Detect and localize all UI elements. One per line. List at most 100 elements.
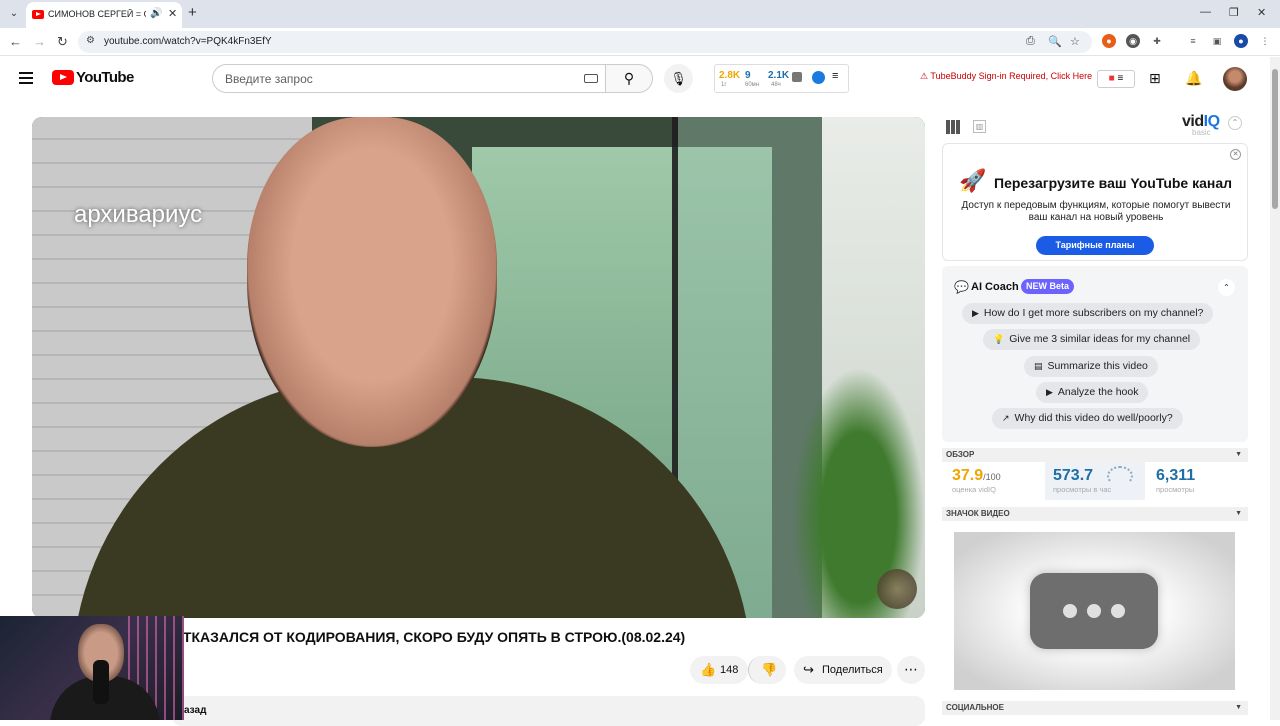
stat-3-value: 2.1K	[768, 70, 790, 81]
caret-down-icon: ▼	[1235, 451, 1242, 458]
chart-icon[interactable]	[792, 72, 802, 82]
site-info-icon[interactable]: ⚙	[86, 35, 95, 46]
social-section-header[interactable]: СОЦИАЛЬНОЕ ▼	[942, 701, 1248, 715]
create-video-icon[interactable]: ⊞	[1149, 70, 1161, 87]
coach-question-subscribers[interactable]: ▶ How do I get more subscribers on my cha…	[962, 303, 1214, 324]
youtube-favicon-icon	[32, 10, 44, 19]
vidiq-promo-card: ✕ 🚀 Перезагрузите ваш YouTube канал Дост…	[942, 143, 1248, 261]
search-icon: ⚲	[623, 70, 635, 86]
vidiq-score-stat: 37.9/100 оценка vidIQ	[944, 462, 1042, 500]
forward-icon[interactable]: →	[33, 34, 46, 49]
tubebuddy-menu-icon[interactable]: ■ ≡	[1097, 70, 1135, 88]
close-tab-icon[interactable]: ✕	[168, 7, 177, 20]
bookmark-star-icon[interactable]: ☆	[1070, 35, 1080, 48]
close-window-icon[interactable]: ✕	[1257, 6, 1266, 19]
new-tab-icon[interactable]: +	[188, 4, 197, 21]
search-input[interactable]: Введите запрос	[212, 64, 606, 93]
profile-icon[interactable]: ●	[1234, 34, 1248, 48]
vidiq-score-value: 37.9/100	[952, 467, 1001, 484]
back-icon[interactable]: ←	[9, 34, 22, 49]
overview-section-header[interactable]: ОБЗОР ▼	[942, 448, 1248, 462]
url-text: youtube.com/watch?v=PQK4kFn3EfY	[104, 36, 272, 47]
coach-question-hook[interactable]: ▶ Analyze the hook	[1036, 382, 1149, 403]
more-dots-icon: ⋯	[904, 661, 918, 677]
video-watermark: архивариус	[74, 201, 203, 228]
video-thumbnail-preview[interactable]	[954, 532, 1235, 690]
youtube-logo-icon[interactable]	[52, 70, 74, 85]
thumbnail-label: ЗНАЧОК ВИДЕО	[946, 509, 1010, 518]
views-per-hour-value: 573.7	[1053, 467, 1094, 484]
keyboard-icon[interactable]	[584, 74, 598, 83]
video-title: ОТКАЗАЛСЯ ОТ КОДИРОВАНИЯ, СКОРО БУДУ ОПЯ…	[172, 629, 686, 645]
vidiq-collapse-icon[interactable]: ⌃	[1228, 116, 1242, 130]
like-count: 148	[720, 664, 739, 676]
extensions-puzzle-icon[interactable]: ✚	[1150, 34, 1164, 48]
restore-icon[interactable]: ❐	[1229, 6, 1239, 19]
voice-search-button[interactable]: 🎙	[664, 64, 693, 93]
loading-dot	[1087, 604, 1101, 618]
menu-icon[interactable]	[19, 72, 33, 87]
vidiq-chart-icon[interactable]: ▥	[973, 120, 986, 133]
thumbnail-section-header[interactable]: ЗНАЧОК ВИДЕО ▼	[942, 507, 1248, 521]
extension-fire-icon[interactable]: ●	[1102, 34, 1116, 48]
more-actions-button[interactable]: ⋯	[897, 656, 925, 684]
pricing-plans-button[interactable]: Тарифные планы	[1036, 236, 1154, 255]
stats-menu-icon[interactable]: ≡	[832, 70, 838, 82]
browser-menu-icon[interactable]: ⋮	[1258, 34, 1272, 48]
page-scrollbar[interactable]	[1270, 57, 1280, 720]
zoom-icon[interactable]: 🔍	[1048, 35, 1062, 48]
vidiq-channel-stats[interactable]: 2.8K 1г 9 60мн 2.1K 48ч ≡	[714, 64, 849, 93]
coach-question-performance[interactable]: ↗ Why did this video do well/poorly?	[992, 408, 1183, 429]
scrollbar-thumb[interactable]	[1272, 69, 1278, 209]
dislike-button[interactable]: 👎	[748, 656, 786, 684]
search-button[interactable]: ⚲	[605, 64, 653, 93]
coach-question-ideas[interactable]: 💡 Give me 3 similar ideas for my channel	[983, 329, 1201, 350]
address-bar-row: ← → ↻ ⚙ youtube.com/watch?v=PQK4kFn3EfY …	[0, 28, 1280, 56]
ai-coach-panel: 💬 AI Coach NEW Beta ⌃ ▶ How do I get more…	[942, 266, 1248, 442]
tab-search-chevron-icon[interactable]: ⌄	[6, 6, 22, 22]
trend-chart-icon: ↗	[1002, 413, 1010, 423]
audio-playing-icon[interactable]: 🔊	[150, 8, 162, 19]
install-icon[interactable]: ⎙	[1026, 35, 1035, 48]
thumbs-down-icon: 👎	[761, 662, 778, 677]
tubebuddy-warning[interactable]: ⚠ TubeBuddy Sign-in Required, Click Here	[920, 71, 1092, 82]
views-per-hour-stat: 573.7 просмотры в час	[1045, 462, 1145, 500]
account-avatar[interactable]	[1223, 67, 1247, 91]
url-field[interactable]: ⚙ youtube.com/watch?v=PQK4kFn3EfY ⎙ 🔍 ☆	[78, 31, 1092, 53]
webcam-microphone	[93, 660, 109, 704]
caret-down-icon: ▼	[1235, 704, 1242, 711]
stat-1-value: 2.8K	[719, 70, 741, 81]
loading-dot	[1063, 604, 1077, 618]
video-icon: ▶	[972, 308, 979, 318]
like-button[interactable]: 👍 148	[690, 656, 748, 684]
share-button[interactable]: ↪ Поделиться	[794, 656, 892, 684]
vidiq-play-icon[interactable]	[812, 71, 825, 84]
coach-question-summarize[interactable]: ▤ Summarize this video	[1024, 356, 1158, 377]
webcam-overlay	[0, 616, 184, 720]
ai-coach-title: AI Coach	[971, 281, 1019, 293]
lightbulb-icon: 💡	[993, 334, 1005, 344]
minimize-icon[interactable]: —	[1200, 6, 1211, 18]
coach-collapse-chevron-icon[interactable]: ⌃	[1218, 279, 1235, 296]
reading-list-icon[interactable]: ≡	[1186, 34, 1200, 48]
reload-icon[interactable]: ↻	[57, 34, 68, 50]
views-per-hour-label: просмотры в час	[1053, 485, 1112, 494]
description-box[interactable]: азад	[172, 696, 925, 726]
extension-globe-icon[interactable]: ◉	[1126, 34, 1140, 48]
side-panel-icon[interactable]: ▣	[1210, 34, 1224, 48]
video-icon: ▶	[1046, 387, 1053, 397]
notifications-bell-icon[interactable]: 🔔	[1185, 70, 1202, 87]
youtube-logo-text[interactable]: YouTube	[76, 69, 134, 86]
vidiq-grid-icon[interactable]	[946, 120, 960, 134]
promo-title: Перезагрузите ваш YouTube канал	[994, 175, 1233, 191]
vidiq-score-label: оценка vidIQ	[952, 485, 996, 494]
stat-2-value: 9	[745, 70, 751, 81]
microphone-icon: 🎙	[670, 71, 687, 86]
vidiq-plan-label: basic	[1192, 128, 1211, 137]
browser-tab[interactable]: СИМОНОВ СЕРГЕЙ = ОТК 🔊 ✕	[26, 2, 182, 28]
description-time: азад	[184, 705, 207, 716]
video-player[interactable]: архивариус	[32, 117, 925, 618]
promo-close-icon[interactable]: ✕	[1230, 149, 1241, 160]
views-label: просмотры	[1156, 485, 1195, 494]
browser-tabbar: ⌄ СИМОНОВ СЕРГЕЙ = ОТК 🔊 ✕ + — ❐ ✕	[0, 0, 1280, 28]
